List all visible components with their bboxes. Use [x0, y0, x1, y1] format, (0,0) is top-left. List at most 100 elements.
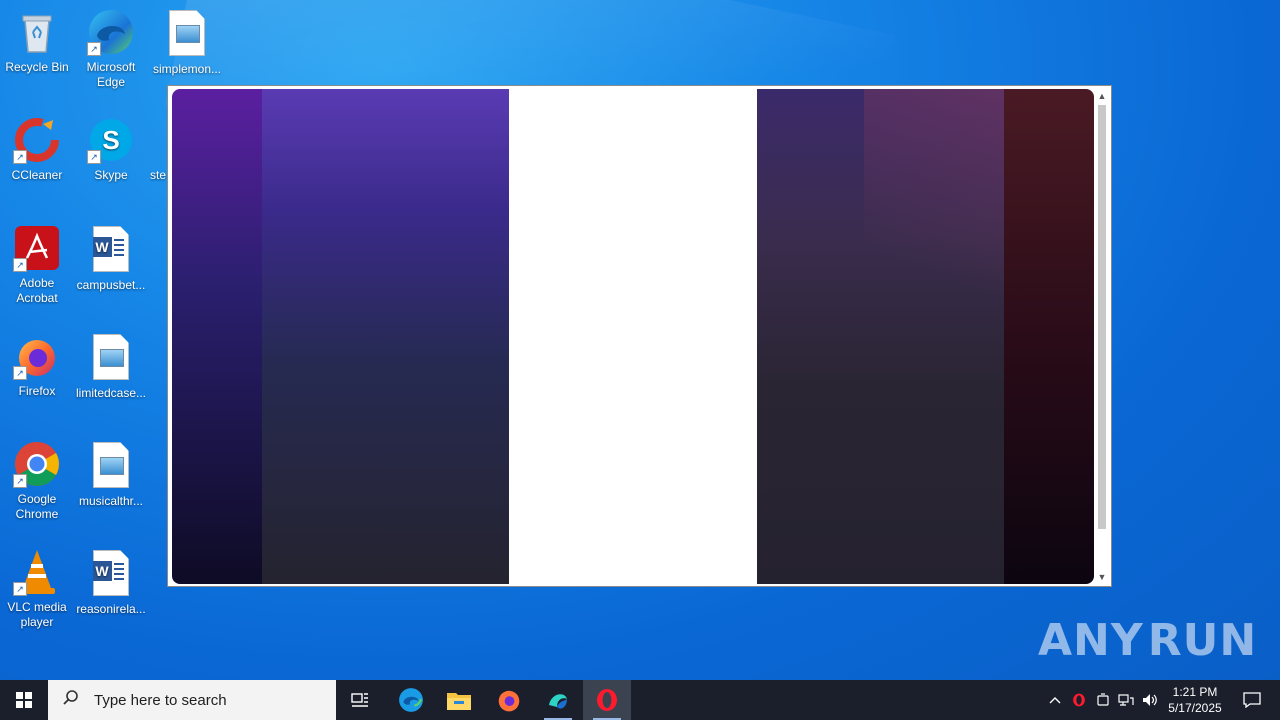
svg-text:S: S: [102, 125, 119, 155]
shortcut-arrow-icon: ↗: [13, 150, 27, 164]
gradient-panel-2: [262, 89, 509, 584]
tray-network-icon[interactable]: [1116, 680, 1136, 720]
skype-icon: S ↗: [87, 116, 135, 164]
start-button[interactable]: [0, 680, 48, 720]
shortcut-arrow-icon: ↗: [13, 258, 27, 272]
doc-lines: [114, 239, 124, 257]
watermark-text-right: RUN: [1147, 614, 1258, 666]
clock-time: 1:21 PM: [1172, 685, 1218, 699]
shortcut-arrow-icon: ↗: [13, 366, 27, 380]
desktop-icon-label: Skype: [94, 168, 128, 182]
image-file-icon: [87, 442, 135, 490]
image-thumbnail: [176, 25, 200, 43]
notification-icon: [1243, 692, 1261, 708]
gradient-panel-4: [757, 89, 1004, 584]
tray-device-icon[interactable]: [1093, 680, 1113, 720]
desktop-icon-label: ste: [150, 168, 167, 182]
desktop-icon-label: Adobe Acrobat: [16, 276, 58, 305]
image-file-icon: [163, 10, 211, 58]
search-icon: [62, 689, 84, 712]
desktop-icon-label: Firefox: [18, 384, 56, 398]
desktop-icon-campusbet[interactable]: W campusbet...: [74, 224, 148, 293]
scroll-down-icon[interactable]: ▼: [1096, 570, 1108, 584]
vertical-scrollbar[interactable]: ▲ ▼: [1096, 89, 1108, 584]
desktop-icon-label: Microsoft Edge: [86, 60, 136, 89]
clock-date: 5/17/2025: [1168, 701, 1222, 715]
taskbar-search-box[interactable]: Type here to search: [48, 680, 336, 720]
desktop-icon-vlc[interactable]: ↗ VLC media player: [0, 548, 74, 630]
anyrun-watermark: ANY RUN: [1038, 610, 1256, 670]
desktop-icon-musicalthr[interactable]: musicalthr...: [74, 440, 148, 509]
taskbar-edge-button[interactable]: [387, 680, 435, 720]
task-view-button[interactable]: [336, 680, 384, 720]
ccleaner-icon: ↗: [13, 116, 61, 164]
gradient-panel-1: [172, 89, 262, 584]
tray-opera-icon[interactable]: [1069, 680, 1089, 720]
taskbar-firefox-button[interactable]: [485, 680, 533, 720]
desktop-icon-reasonirela[interactable]: W reasonirela...: [74, 548, 148, 617]
desktop: Recycle Bin ↗ CCleaner ↗ Adobe Acrobat ↗…: [0, 0, 1280, 680]
desktop-icon-label: simplemon...: [152, 62, 222, 76]
image-doc-shape: [93, 334, 129, 380]
desktop-icon-microsoft-edge[interactable]: ↗ Microsoft Edge: [74, 8, 148, 90]
taskbar: Type here to search 1:21 PM 5/17/2025: [0, 680, 1280, 720]
edge-icon: [399, 688, 423, 712]
desktop-icon-label: limitedcase...: [75, 386, 147, 400]
desktop-icon-label: VLC media player: [7, 600, 67, 629]
desktop-icon-label: reasonirela...: [76, 602, 146, 616]
desktop-icon-firefox[interactable]: ↗ Firefox: [0, 332, 74, 399]
shortcut-arrow-icon: ↗: [87, 42, 101, 56]
panel-glow: [864, 89, 1004, 339]
folder-icon: [447, 693, 471, 710]
desktop-icon-label: Google Chrome: [15, 492, 59, 521]
taskbar-clock[interactable]: 1:21 PM 5/17/2025: [1160, 680, 1230, 720]
desktop-icon-skype[interactable]: S ↗ Skype: [74, 116, 148, 183]
desktop-icon-limitedcase[interactable]: limitedcase...: [74, 332, 148, 401]
gradient-panel-5: [1004, 89, 1094, 584]
word-badge-icon: W: [93, 237, 112, 257]
acrobat-icon: ↗: [13, 224, 61, 272]
scroll-up-icon[interactable]: ▲: [1096, 89, 1108, 103]
desktop-icon-simplemon[interactable]: simplemon...: [150, 8, 224, 77]
taskbar-app-button[interactable]: [534, 680, 582, 720]
image-thumbnail: [100, 457, 124, 475]
desktop-icon-ccleaner[interactable]: ↗ CCleaner: [0, 116, 74, 183]
partial-icon: [150, 116, 168, 164]
desktop-icon-google-chrome[interactable]: ↗ Google Chrome: [0, 440, 74, 522]
taskbar-opera-button[interactable]: [583, 680, 631, 720]
edge-icon: ↗: [87, 8, 135, 56]
tray-volume-icon[interactable]: [1140, 680, 1160, 720]
word-doc-icon: W: [87, 550, 135, 598]
action-center-button[interactable]: [1232, 680, 1272, 720]
opera-icon: [597, 689, 617, 711]
desktop-icon-label: CCleaner: [11, 168, 63, 182]
desktop-icon-label: musicalthr...: [78, 494, 144, 508]
image-doc-shape: [93, 442, 129, 488]
vlc-icon: ↗: [13, 548, 61, 596]
watermark-text-left: ANY: [1038, 614, 1144, 666]
recycle-bin-icon: [13, 8, 61, 56]
search-placeholder: Type here to search: [94, 691, 227, 709]
task-view-icon: [351, 693, 368, 707]
windows-logo-icon: [16, 692, 32, 708]
tray-overflow-chevron-icon[interactable]: [1046, 680, 1064, 720]
word-doc-shape: W: [93, 550, 129, 596]
desktop-icon-adobe-acrobat[interactable]: ↗ Adobe Acrobat: [0, 224, 74, 306]
doc-lines: [114, 563, 124, 581]
word-doc-icon: W: [87, 226, 135, 274]
firefox-icon: ↗: [13, 332, 61, 380]
blank-panel: [509, 89, 757, 584]
taskbar-file-explorer-button[interactable]: [435, 680, 483, 720]
desktop-icon-partial[interactable]: ste: [150, 116, 168, 183]
popup-content: [172, 89, 1094, 584]
shortcut-arrow-icon: ↗: [13, 582, 27, 596]
popup-window[interactable]: ▲ ▼: [167, 85, 1112, 587]
desktop-icon-label: Recycle Bin: [5, 60, 69, 74]
chrome-icon: ↗: [13, 440, 61, 488]
scrollbar-thumb[interactable]: [1098, 105, 1106, 529]
image-doc-shape: [169, 10, 205, 56]
shortcut-arrow-icon: ↗: [13, 474, 27, 488]
image-file-icon: [87, 334, 135, 382]
app-icon: [549, 694, 567, 709]
desktop-icon-recycle-bin[interactable]: Recycle Bin: [0, 8, 74, 75]
